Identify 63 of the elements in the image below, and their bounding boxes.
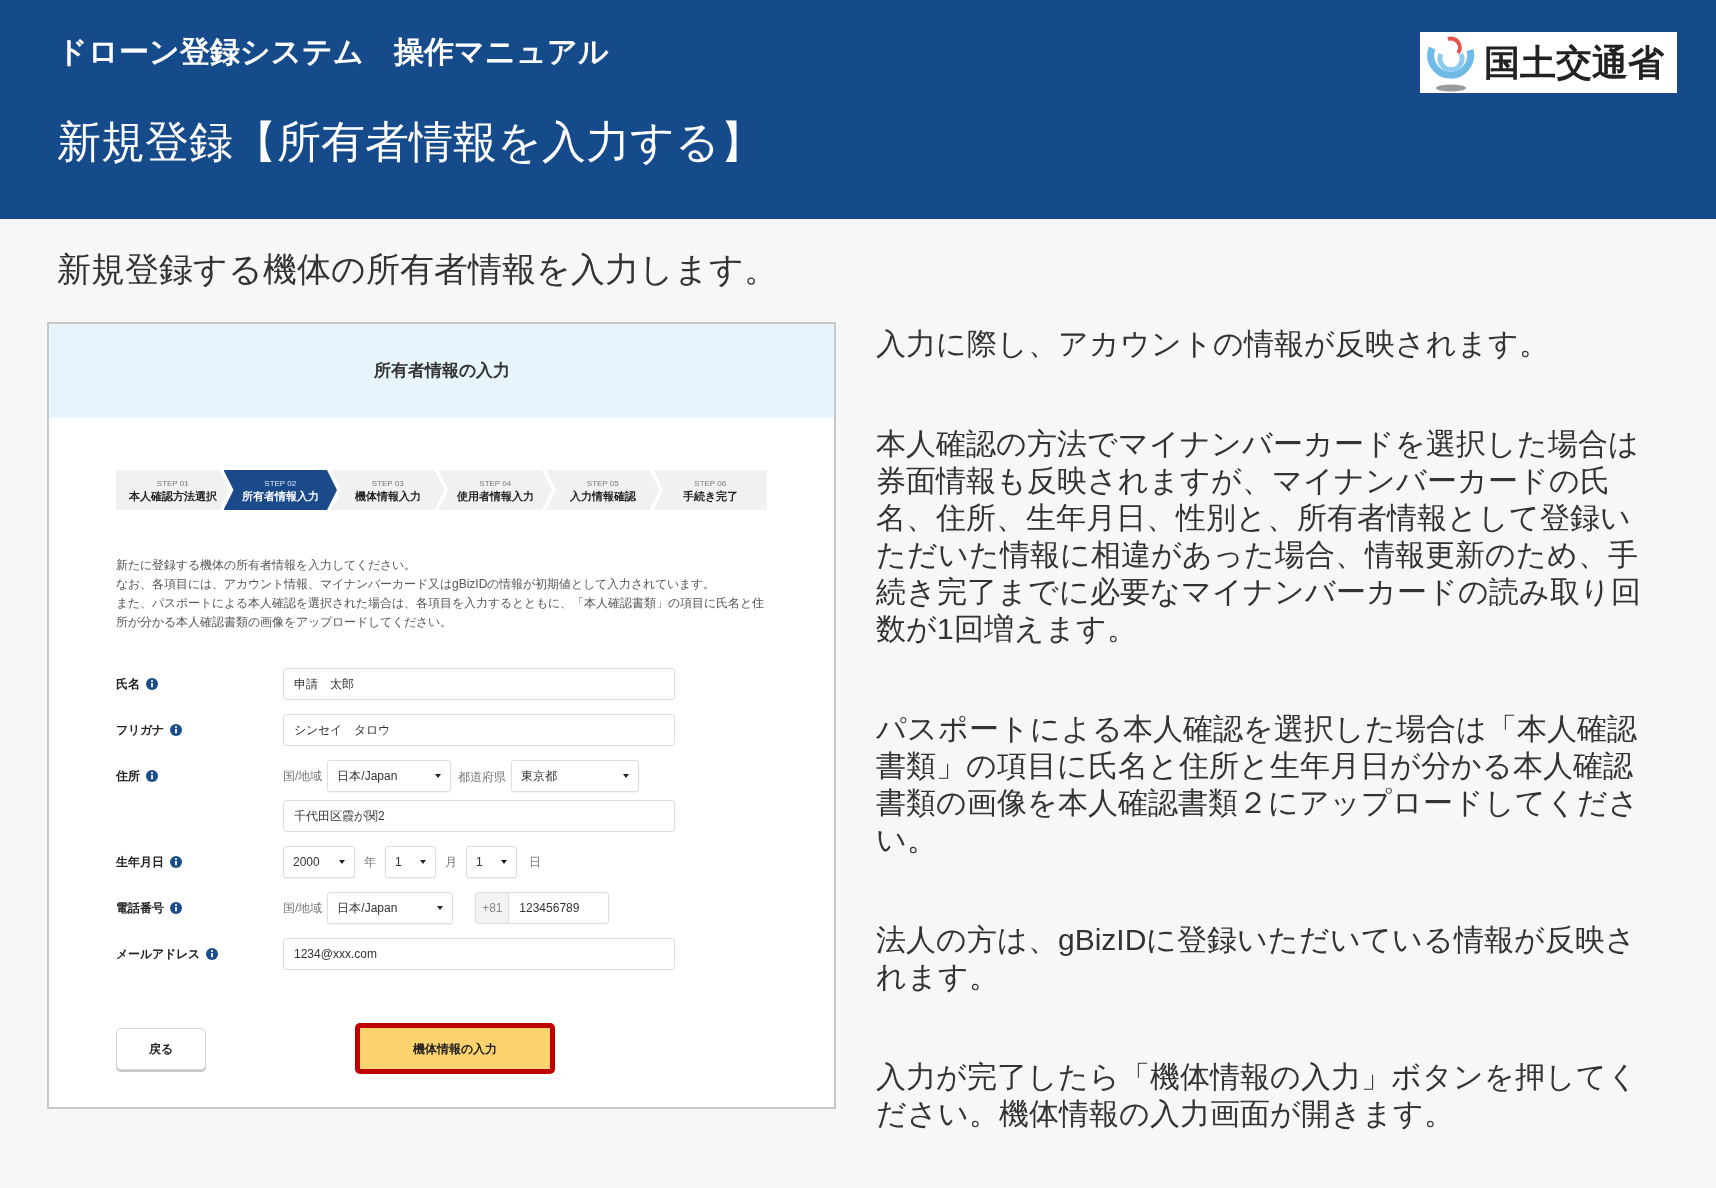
dropdown[interactable]: 東京都 [511,760,640,792]
dropdown[interactable]: 日本/Japan [327,760,452,792]
info-icon [206,948,218,960]
explanation-text: 法人の方は、gBizIDに登録いただいている情報が反映されます。 [876,922,1638,995]
step-label: 機体情報入力 [354,488,421,503]
unit-label: 年 [364,854,376,871]
page-title: 新規登録【所有者情報を入力する】 [57,116,764,168]
unit-label: 日 [529,854,541,871]
dropdown[interactable]: 2000 [283,846,355,878]
step-number: STEP 06 [694,477,727,489]
step-label: 所有者情報入力 [241,488,319,503]
caret-down-icon [339,860,345,864]
explanation-text: 本人確認の方法でマイナンバーカードを選択した場合は券面情報も反映されますが、マイナンバーカードの氏名、住所、生年月日、性別と、所有者情報として登録いただいた情報に相違があった場合、情報更新のため、手続き完了までに必要なマイナンバーカードの読み取り回数が1回増えます。 [876,426,1642,647]
country-label: 国/地域 [283,768,323,785]
info-icon [170,724,182,736]
text-field[interactable]: 1234@xxx.com [283,938,675,970]
system-title: ドローン登録システム 操作マニュアル [57,34,609,70]
note-text: なお、各項目には、アカウント情報、マイナンバーカード又はgBizIDの情報が初期値として入力されています。 [116,576,717,593]
step-number: STEP 02 [264,477,297,489]
info-icon [170,856,182,868]
note-text: また、パスポートによる本人確認を選択された場合は、各項目を入力するとともに、「本人確認書類」の項目に氏名と住所が分かる本人確認書類の画像をアップロードしてください。 [116,595,765,631]
phone-prefix: +81 [475,892,510,924]
field-label: 住所 [116,768,140,785]
step-number: STEP 04 [479,477,512,489]
step-label: 入力情報確認 [569,488,636,503]
back-button[interactable]: 戻る [116,1027,206,1070]
caret-down-icon [435,774,442,778]
text-field[interactable]: 申請 太郎 [283,668,675,700]
info-icon [146,678,158,690]
info-icon [146,770,158,782]
dropdown[interactable]: 1 [385,846,436,878]
step-label: 手続き完了 [682,488,738,503]
step-number: STEP 03 [371,477,404,489]
caret-down-icon [420,860,426,864]
field-label: フリガナ [116,722,164,739]
phone-number-field[interactable]: 123456789 [509,892,610,924]
text-field[interactable]: 千代田区霞が関2 [283,800,675,832]
unit-label: 月 [445,854,457,871]
field-label: メールアドレス [116,946,200,963]
dropdown[interactable]: 1 [466,846,517,878]
next-button[interactable]: 機体情報の入力 [355,1023,555,1074]
caret-down-icon [501,860,507,864]
caret-down-icon [437,906,444,910]
prefecture-label: 都道府県 [458,770,507,784]
ministry-name: 国土交通省 [1484,42,1664,83]
dropdown[interactable]: 日本/Japan [327,892,454,924]
step-number: STEP 01 [156,477,189,489]
caret-down-icon [623,774,630,778]
text-field[interactable]: シンセイ タロウ [283,714,675,746]
step-label: 使用者情報入力 [456,488,534,503]
field-label: 氏名 [116,676,140,693]
intro-text: 新規登録する機体の所有者情報を入力します。 [57,249,778,290]
explanation-text: パスポートによる本人確認を選択した場合は「本人確認書類」の項目に氏名と住所と生年月日が分かる本人確認書類の画像を本人確認書類２にアップロードしてください。 [876,711,1640,858]
explanation-text: 入力が完了したら「機体情報の入力」ボタンを押してください。機体情報の入力画面が開きます。 [876,1059,1639,1132]
step-number: STEP 05 [586,477,619,489]
explanation-text: 入力に際し、アカウントの情報が反映されます。 [876,326,1550,362]
form-title: 所有者情報の入力 [373,360,510,383]
step-label: 本人確認方法選択 [128,488,217,503]
field-label: 生年月日 [116,854,164,871]
info-icon [170,902,182,914]
note-text: 新たに登録する機体の所有者情報を入力してください。 [116,557,417,574]
field-label: 電話番号 [116,900,164,917]
country-label: 国/地域 [283,900,323,917]
